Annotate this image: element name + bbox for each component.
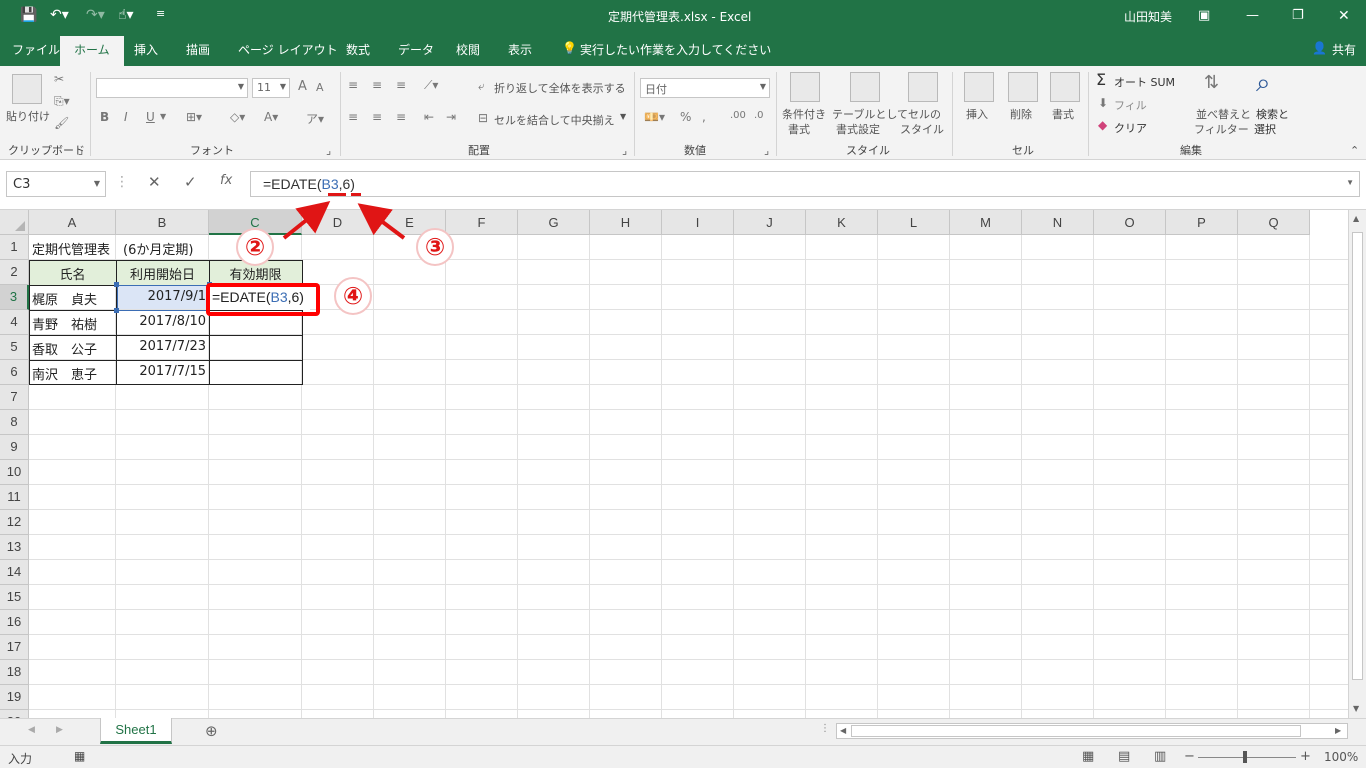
annotation-arrows (282, 201, 406, 240)
horizontal-scrollbar[interactable]: ◀ ▶ (836, 723, 1348, 739)
sheet-tab-sheet1[interactable]: Sheet1 (100, 718, 172, 744)
sheet-tab-bar: ◀ ▶ Sheet1 ⊕ ⋮ ◀ ▶ (0, 718, 1366, 745)
annotation-number-4: ④ (334, 277, 372, 315)
annotation-arrow-3 (357, 203, 406, 240)
status-mode: 入力 (8, 752, 33, 766)
zoom-level[interactable]: 100% (1324, 750, 1358, 764)
macro-record-icon[interactable]: ▦ (74, 749, 85, 763)
zoom-out-icon[interactable]: − (1184, 749, 1195, 764)
new-sheet-icon[interactable]: ⊕ (205, 722, 218, 740)
normal-view-icon[interactable]: ▦ (1082, 749, 1094, 764)
status-bar: 入力 ▦ ▦ ▤ ▥ − + 100% (0, 745, 1366, 768)
scroll-down-icon[interactable]: ▼ (1353, 704, 1359, 713)
next-sheet-icon[interactable]: ▶ (56, 725, 63, 735)
annotation-number-2: ② (236, 228, 274, 266)
vertical-scrollbar[interactable]: ▲ ▼ (1348, 210, 1366, 718)
zoom-in-icon[interactable]: + (1300, 749, 1311, 764)
page-break-view-icon[interactable]: ▥ (1154, 749, 1166, 764)
page-layout-view-icon[interactable]: ▤ (1118, 749, 1130, 764)
vertical-scroll-thumb[interactable] (1352, 232, 1363, 680)
scroll-left-icon[interactable]: ◀ (840, 726, 846, 735)
horizontal-scroll-thumb[interactable] (851, 725, 1301, 737)
scroll-up-icon[interactable]: ▲ (1353, 214, 1359, 223)
zoom-slider[interactable] (1198, 757, 1296, 758)
scroll-right-icon[interactable]: ▶ (1335, 726, 1341, 735)
prev-sheet-icon[interactable]: ◀ (28, 725, 35, 735)
zoom-slider-thumb[interactable] (1243, 751, 1247, 763)
annotation-number-3: ③ (416, 228, 454, 266)
annotation-arrow-2 (282, 201, 331, 240)
tab-splitter-icon[interactable]: ⋮ (820, 723, 830, 734)
